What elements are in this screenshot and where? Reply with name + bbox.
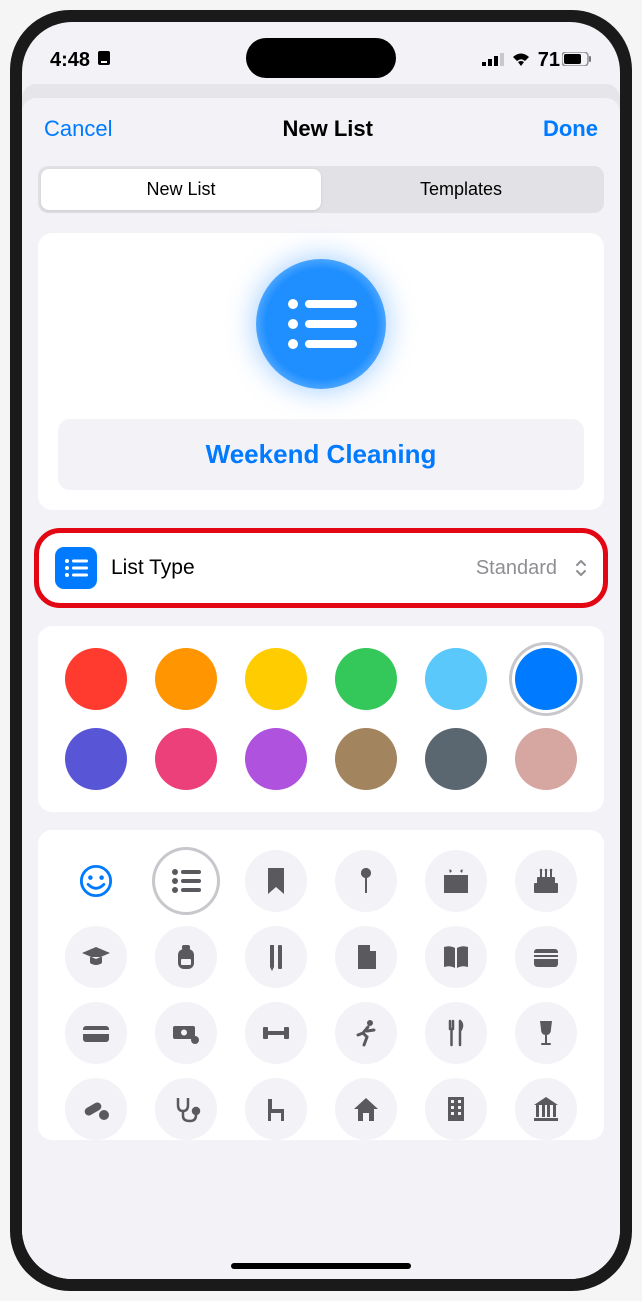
house-icon[interactable]	[335, 1078, 397, 1140]
list-preview-card	[38, 233, 604, 510]
color-swatch[interactable]	[155, 728, 217, 790]
running-icon[interactable]	[335, 1002, 397, 1064]
building-icon[interactable]	[425, 1078, 487, 1140]
orientation-lock-icon	[96, 49, 112, 72]
battery-percentage: 71	[538, 49, 560, 72]
segmented-control[interactable]: New List Templates	[38, 166, 604, 213]
color-swatch[interactable]	[65, 728, 127, 790]
bookmark-icon[interactable]	[245, 850, 307, 912]
screen: 4:48 71	[22, 22, 620, 1279]
color-swatch[interactable]	[425, 728, 487, 790]
list-name-input[interactable]	[58, 419, 584, 490]
color-swatch[interactable]	[155, 648, 217, 710]
icon-grid	[38, 830, 604, 1140]
gift-icon[interactable]	[425, 850, 487, 912]
cellular-signal-icon	[482, 49, 504, 72]
furniture-icon[interactable]	[245, 1078, 307, 1140]
new-list-modal: Cancel New List Done New List Templates …	[22, 98, 620, 1279]
tab-new-list[interactable]: New List	[41, 169, 321, 210]
wallet-icon[interactable]	[515, 926, 577, 988]
color-swatch[interactable]	[515, 728, 577, 790]
wifi-icon	[510, 49, 532, 72]
pin-icon[interactable]	[335, 850, 397, 912]
credit-card-icon[interactable]	[65, 1002, 127, 1064]
icon-picker-card	[38, 830, 604, 1140]
home-indicator[interactable]	[231, 1263, 411, 1269]
pills-icon[interactable]	[65, 1078, 127, 1140]
document-icon[interactable]	[335, 926, 397, 988]
color-swatch[interactable]	[515, 648, 577, 710]
emoji-icon[interactable]	[65, 850, 127, 912]
money-icon[interactable]	[155, 1002, 217, 1064]
list-type-value: Standard	[476, 557, 557, 580]
color-swatch[interactable]	[425, 648, 487, 710]
nav-bar: Cancel New List Done	[22, 98, 620, 160]
wine-glass-icon[interactable]	[515, 1002, 577, 1064]
graduation-cap-icon[interactable]	[65, 926, 127, 988]
color-swatch[interactable]	[65, 648, 127, 710]
dumbbell-icon[interactable]	[245, 1002, 307, 1064]
color-grid	[38, 626, 604, 812]
fork-knife-icon[interactable]	[425, 1002, 487, 1064]
phone-frame: 4:48 71	[10, 10, 632, 1291]
birthday-cake-icon[interactable]	[515, 850, 577, 912]
chevron-up-down-icon	[575, 559, 587, 577]
book-icon[interactable]	[425, 926, 487, 988]
battery-icon	[562, 49, 592, 72]
color-picker-card	[38, 626, 604, 812]
status-time: 4:48	[50, 49, 90, 72]
done-button[interactable]: Done	[543, 116, 598, 142]
list-type-label: List Type	[111, 556, 462, 580]
backpack-icon[interactable]	[155, 926, 217, 988]
tab-templates[interactable]: Templates	[321, 169, 601, 210]
page-title: New List	[283, 116, 373, 142]
list-icon-preview	[256, 259, 386, 389]
color-swatch[interactable]	[335, 728, 397, 790]
stethoscope-icon[interactable]	[155, 1078, 217, 1140]
cancel-button[interactable]: Cancel	[44, 116, 112, 142]
color-swatch[interactable]	[245, 648, 307, 710]
bank-icon[interactable]	[515, 1078, 577, 1140]
list-type-row[interactable]: List Type Standard	[34, 528, 608, 608]
list-type-icon	[55, 547, 97, 589]
dynamic-island	[246, 38, 396, 78]
color-swatch[interactable]	[335, 648, 397, 710]
color-swatch[interactable]	[245, 728, 307, 790]
pencil-ruler-icon[interactable]	[245, 926, 307, 988]
list-bullet-icon[interactable]	[155, 850, 217, 912]
